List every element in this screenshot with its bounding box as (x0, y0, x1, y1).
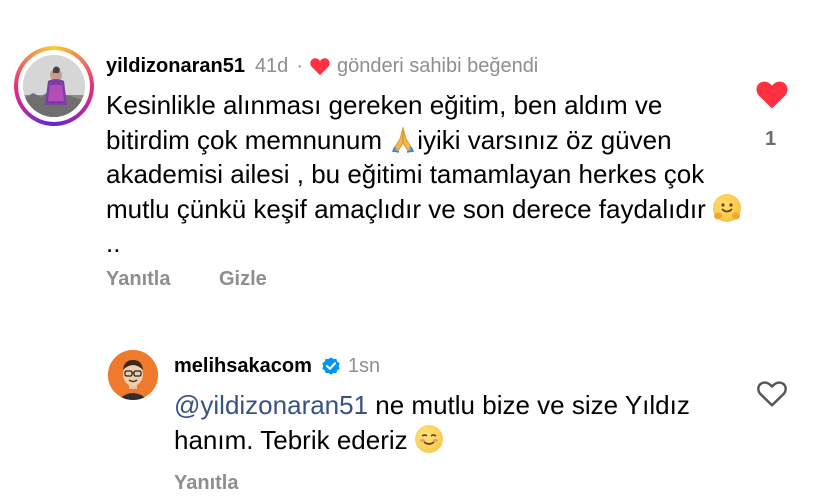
reply-time: 1sn (347, 354, 381, 377)
comment-text: Kesinlikle alınması gereken eğitim, ben … (106, 88, 746, 261)
avatar (23, 55, 85, 117)
folded-hands-emoji-icon (389, 125, 417, 153)
reply-header: melihsakacom 1sn (174, 352, 380, 380)
reply-username[interactable]: melihsakacom (174, 355, 312, 378)
heart-outline-icon[interactable] (755, 378, 789, 408)
user-photo-icon (108, 350, 158, 400)
hugging-face-emoji-icon (712, 193, 741, 222)
hide-button[interactable]: Gizle (219, 268, 267, 291)
verified-badge-icon (322, 357, 340, 375)
heart-filled-icon[interactable] (754, 78, 790, 110)
user-photo-icon (23, 55, 85, 117)
comment-time: 41d (254, 54, 289, 77)
comment-header: yildizonaran51 41d · gönderi sahibi beğe… (106, 52, 538, 80)
reply-reply-button[interactable]: Yanıtla (174, 472, 238, 495)
mention-link[interactable]: @yildizonaran51 (174, 390, 368, 420)
smiling-blush-emoji-icon (414, 424, 443, 453)
separator-dot: · (296, 54, 303, 77)
reply-button[interactable]: Yanıtla (106, 268, 170, 291)
author-liked-label: gönderi sahibi beğendi (336, 54, 539, 77)
comment-username[interactable]: yildizonaran51 (106, 55, 245, 78)
author-liked-heart-icon (310, 58, 330, 76)
reply-text: @yildizonaran51 ne mutlu bize ve size Yı… (174, 388, 734, 457)
reply-avatar[interactable] (108, 350, 158, 400)
story-ring-avatar[interactable] (14, 46, 94, 126)
comment-text-part3: .. (106, 228, 121, 258)
like-count[interactable]: 1 (765, 128, 776, 151)
